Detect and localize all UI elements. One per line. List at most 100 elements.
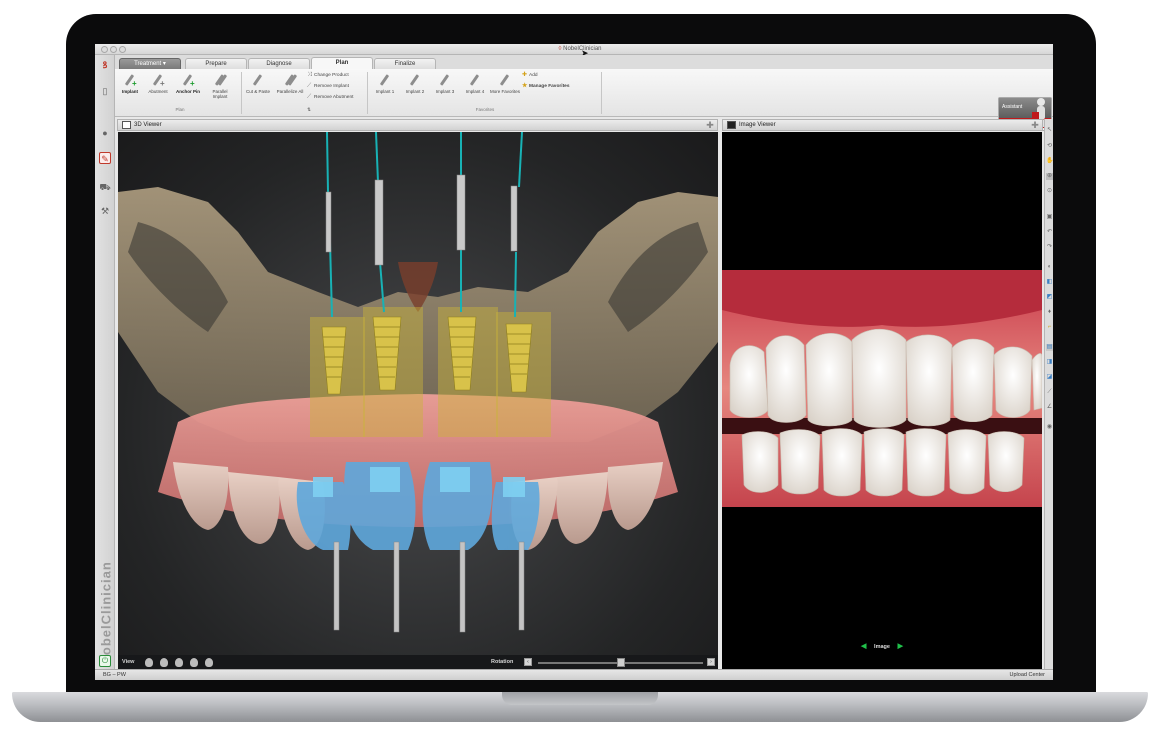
parallel-implant-icon bbox=[213, 73, 228, 87]
anchor-pin-button[interactable]: + Anchor Pin bbox=[173, 73, 203, 94]
minimize-window-button[interactable] bbox=[110, 46, 117, 53]
rotation-left-button[interactable]: ‹ bbox=[524, 658, 532, 666]
implant-icon bbox=[468, 73, 482, 87]
patient-icon[interactable]: ● bbox=[99, 127, 111, 139]
edit-group-icon: ⇅ bbox=[307, 107, 311, 112]
ruler-icon[interactable]: ⌐ bbox=[1046, 324, 1053, 331]
title-bar: ◊ NobelClinician ➤ bbox=[95, 44, 1053, 58]
manage-favorites-item[interactable]: ★ Manage Favorites bbox=[522, 82, 570, 91]
panoramic-icon[interactable]: ◪ bbox=[1046, 374, 1053, 381]
implant-icon bbox=[378, 73, 392, 87]
viewer3d-controls: View Rotation ‹ › bbox=[118, 655, 718, 669]
cut-paste-button[interactable]: Cut & Paste bbox=[243, 73, 273, 94]
ribbon-toolbar: + Implant + Abutment + Anchor Pin Parallel … bbox=[115, 69, 1053, 131]
remove-implant-label: Remove Implant bbox=[314, 84, 349, 89]
implant-icon bbox=[438, 73, 452, 87]
image-caption-bar: ◀ Image ▶ bbox=[722, 642, 1042, 650]
tooth-icon[interactable]: ♦ bbox=[1046, 309, 1053, 316]
plan-group-label: Plan bbox=[175, 107, 185, 112]
save-icon[interactable]: ▣ bbox=[1046, 214, 1053, 221]
implant-button[interactable]: + Implant bbox=[115, 73, 145, 94]
parallelize-all-icon bbox=[283, 73, 298, 87]
cut-paste-button-label: Cut & Paste bbox=[245, 89, 270, 94]
person-image-icon bbox=[727, 121, 736, 129]
rotate-icon[interactable]: ⟲ bbox=[1046, 143, 1053, 150]
upload-center-link[interactable]: Upload Center bbox=[1010, 670, 1045, 680]
remove-implant-item[interactable]: ⟋ Remove Implant bbox=[307, 82, 349, 91]
remove-abutment-icon: ⟋ bbox=[307, 94, 312, 100]
close-window-button[interactable] bbox=[101, 46, 108, 53]
pointer-icon[interactable]: ↖ bbox=[1046, 127, 1053, 134]
favorite-implant-3-button[interactable]: Implant 3 bbox=[430, 73, 460, 94]
wrench-icon[interactable]: ⚒ bbox=[99, 205, 111, 217]
parallel-implant-button[interactable]: Parallel Implant bbox=[205, 73, 235, 99]
power-icon[interactable]: ⏻ bbox=[99, 655, 111, 667]
cart-icon[interactable]: ⛟ bbox=[99, 181, 111, 193]
change-product-item[interactable]: ⤨ Change Product bbox=[307, 71, 349, 80]
zoom-window-button[interactable] bbox=[119, 46, 126, 53]
treatment-plan-icon[interactable]: ✎ bbox=[99, 152, 111, 164]
bottom-view-icon[interactable] bbox=[205, 658, 213, 667]
right-view-icon[interactable] bbox=[175, 658, 183, 667]
undo-icon[interactable]: ↶ bbox=[1046, 229, 1053, 236]
status-bar: BG – PW Upload Center bbox=[95, 669, 1053, 680]
star-icon: ★ bbox=[522, 83, 528, 89]
cube-view-icon[interactable]: ◩ bbox=[1046, 294, 1053, 301]
visibility-eye-icon[interactable]: ◉ bbox=[1046, 424, 1053, 431]
status-left: BG – PW bbox=[103, 672, 126, 678]
favorite-implant-4-button[interactable]: Implant 4 bbox=[460, 73, 490, 94]
rotation-right-button[interactable]: › bbox=[707, 658, 715, 666]
abutment-button-label: Abutment bbox=[148, 89, 168, 94]
add-favorite-item[interactable]: ✚ Add bbox=[522, 71, 538, 80]
implant-icon bbox=[408, 73, 422, 87]
abutment-button[interactable]: + Abutment bbox=[143, 73, 173, 94]
viewer3d-title: 3D Viewer bbox=[134, 122, 162, 128]
pan-hand-icon[interactable]: ✋ bbox=[1046, 158, 1053, 165]
favorite-implant-1-button[interactable]: Implant 1 bbox=[370, 73, 400, 94]
left-view-icon[interactable] bbox=[160, 658, 168, 667]
next-image-icon[interactable]: ▶ bbox=[898, 643, 903, 650]
rotation-label: Rotation bbox=[491, 659, 514, 665]
top-view-icon[interactable] bbox=[190, 658, 198, 667]
anchor-pin-icon: + bbox=[181, 73, 195, 88]
front-view-icon[interactable] bbox=[145, 658, 153, 667]
viewer3d-header: 3D Viewer ✚ bbox=[117, 119, 718, 131]
favorite-implant-2-button[interactable]: Implant 2 bbox=[400, 73, 430, 94]
window-title: ◊ NobelClinician bbox=[535, 46, 625, 52]
cross-section-icon[interactable]: ◨ bbox=[1046, 359, 1053, 366]
measure-icon[interactable]: ⟋ bbox=[1046, 389, 1053, 396]
favorite-implant-3-label: Implant 3 bbox=[435, 89, 455, 94]
previous-image-icon[interactable]: ◀ bbox=[861, 643, 866, 650]
viewer3d-canvas[interactable]: View Rotation ‹ › bbox=[118, 132, 718, 669]
change-product-icon: ⤨ bbox=[307, 72, 312, 78]
paint-icon[interactable]: ◐ bbox=[1046, 264, 1053, 271]
favorite-implant-4-label: Implant 4 bbox=[465, 89, 485, 94]
remove-abutment-item[interactable]: ⟋ Remove Abutment bbox=[307, 93, 353, 102]
parallelize-all-button[interactable]: Parallelize All bbox=[275, 73, 305, 94]
angle-icon[interactable]: ∠ bbox=[1046, 404, 1053, 411]
maximize-panel-icon[interactable]: ✚ bbox=[1030, 120, 1040, 130]
tab-plan[interactable]: Plan bbox=[311, 57, 373, 69]
right-toolbar: ↖ ⟲ ✋ ⊕ ⊙ ▣ ↶ ↷ ◐ ◧ ◩ ♦ ⌐ ▤ ◨ ◪ ⟋ ∠ ◉ bbox=[1044, 119, 1053, 669]
layers-icon[interactable]: ◧ bbox=[1046, 279, 1053, 286]
zoom-window-icon[interactable]: ⊙ bbox=[1046, 188, 1053, 195]
change-product-label: Change Product bbox=[314, 73, 349, 78]
view-label: View bbox=[122, 659, 135, 665]
tab-prepare[interactable]: Prepare bbox=[185, 58, 247, 69]
rotation-slider-thumb[interactable] bbox=[617, 658, 625, 667]
tab-treatment[interactable]: Treatment ▾ bbox=[119, 58, 181, 69]
zoom-icon[interactable]: ⊕ bbox=[1046, 173, 1053, 180]
image-viewer-canvas[interactable]: ◀ Image ▶ bbox=[722, 132, 1042, 669]
laptop-notch bbox=[502, 692, 658, 705]
add-favorite-label: Add bbox=[529, 73, 538, 78]
dental-3d-model bbox=[118, 132, 718, 633]
redo-icon[interactable]: ↷ bbox=[1046, 244, 1053, 251]
more-favorites-button[interactable]: More Favorites bbox=[490, 73, 520, 94]
document-icon[interactable]: ▯ bbox=[99, 85, 111, 97]
maximize-panel-icon[interactable]: ✚ bbox=[705, 120, 715, 130]
nobel-logo-icon[interactable]: ꝸ bbox=[99, 59, 111, 71]
tab-diagnose[interactable]: Diagnose bbox=[248, 58, 310, 69]
tab-finalize[interactable]: Finalize bbox=[374, 58, 436, 69]
slice-view-icon[interactable]: ▤ bbox=[1046, 344, 1053, 351]
anchor-pin-button-label: Anchor Pin bbox=[175, 89, 200, 94]
